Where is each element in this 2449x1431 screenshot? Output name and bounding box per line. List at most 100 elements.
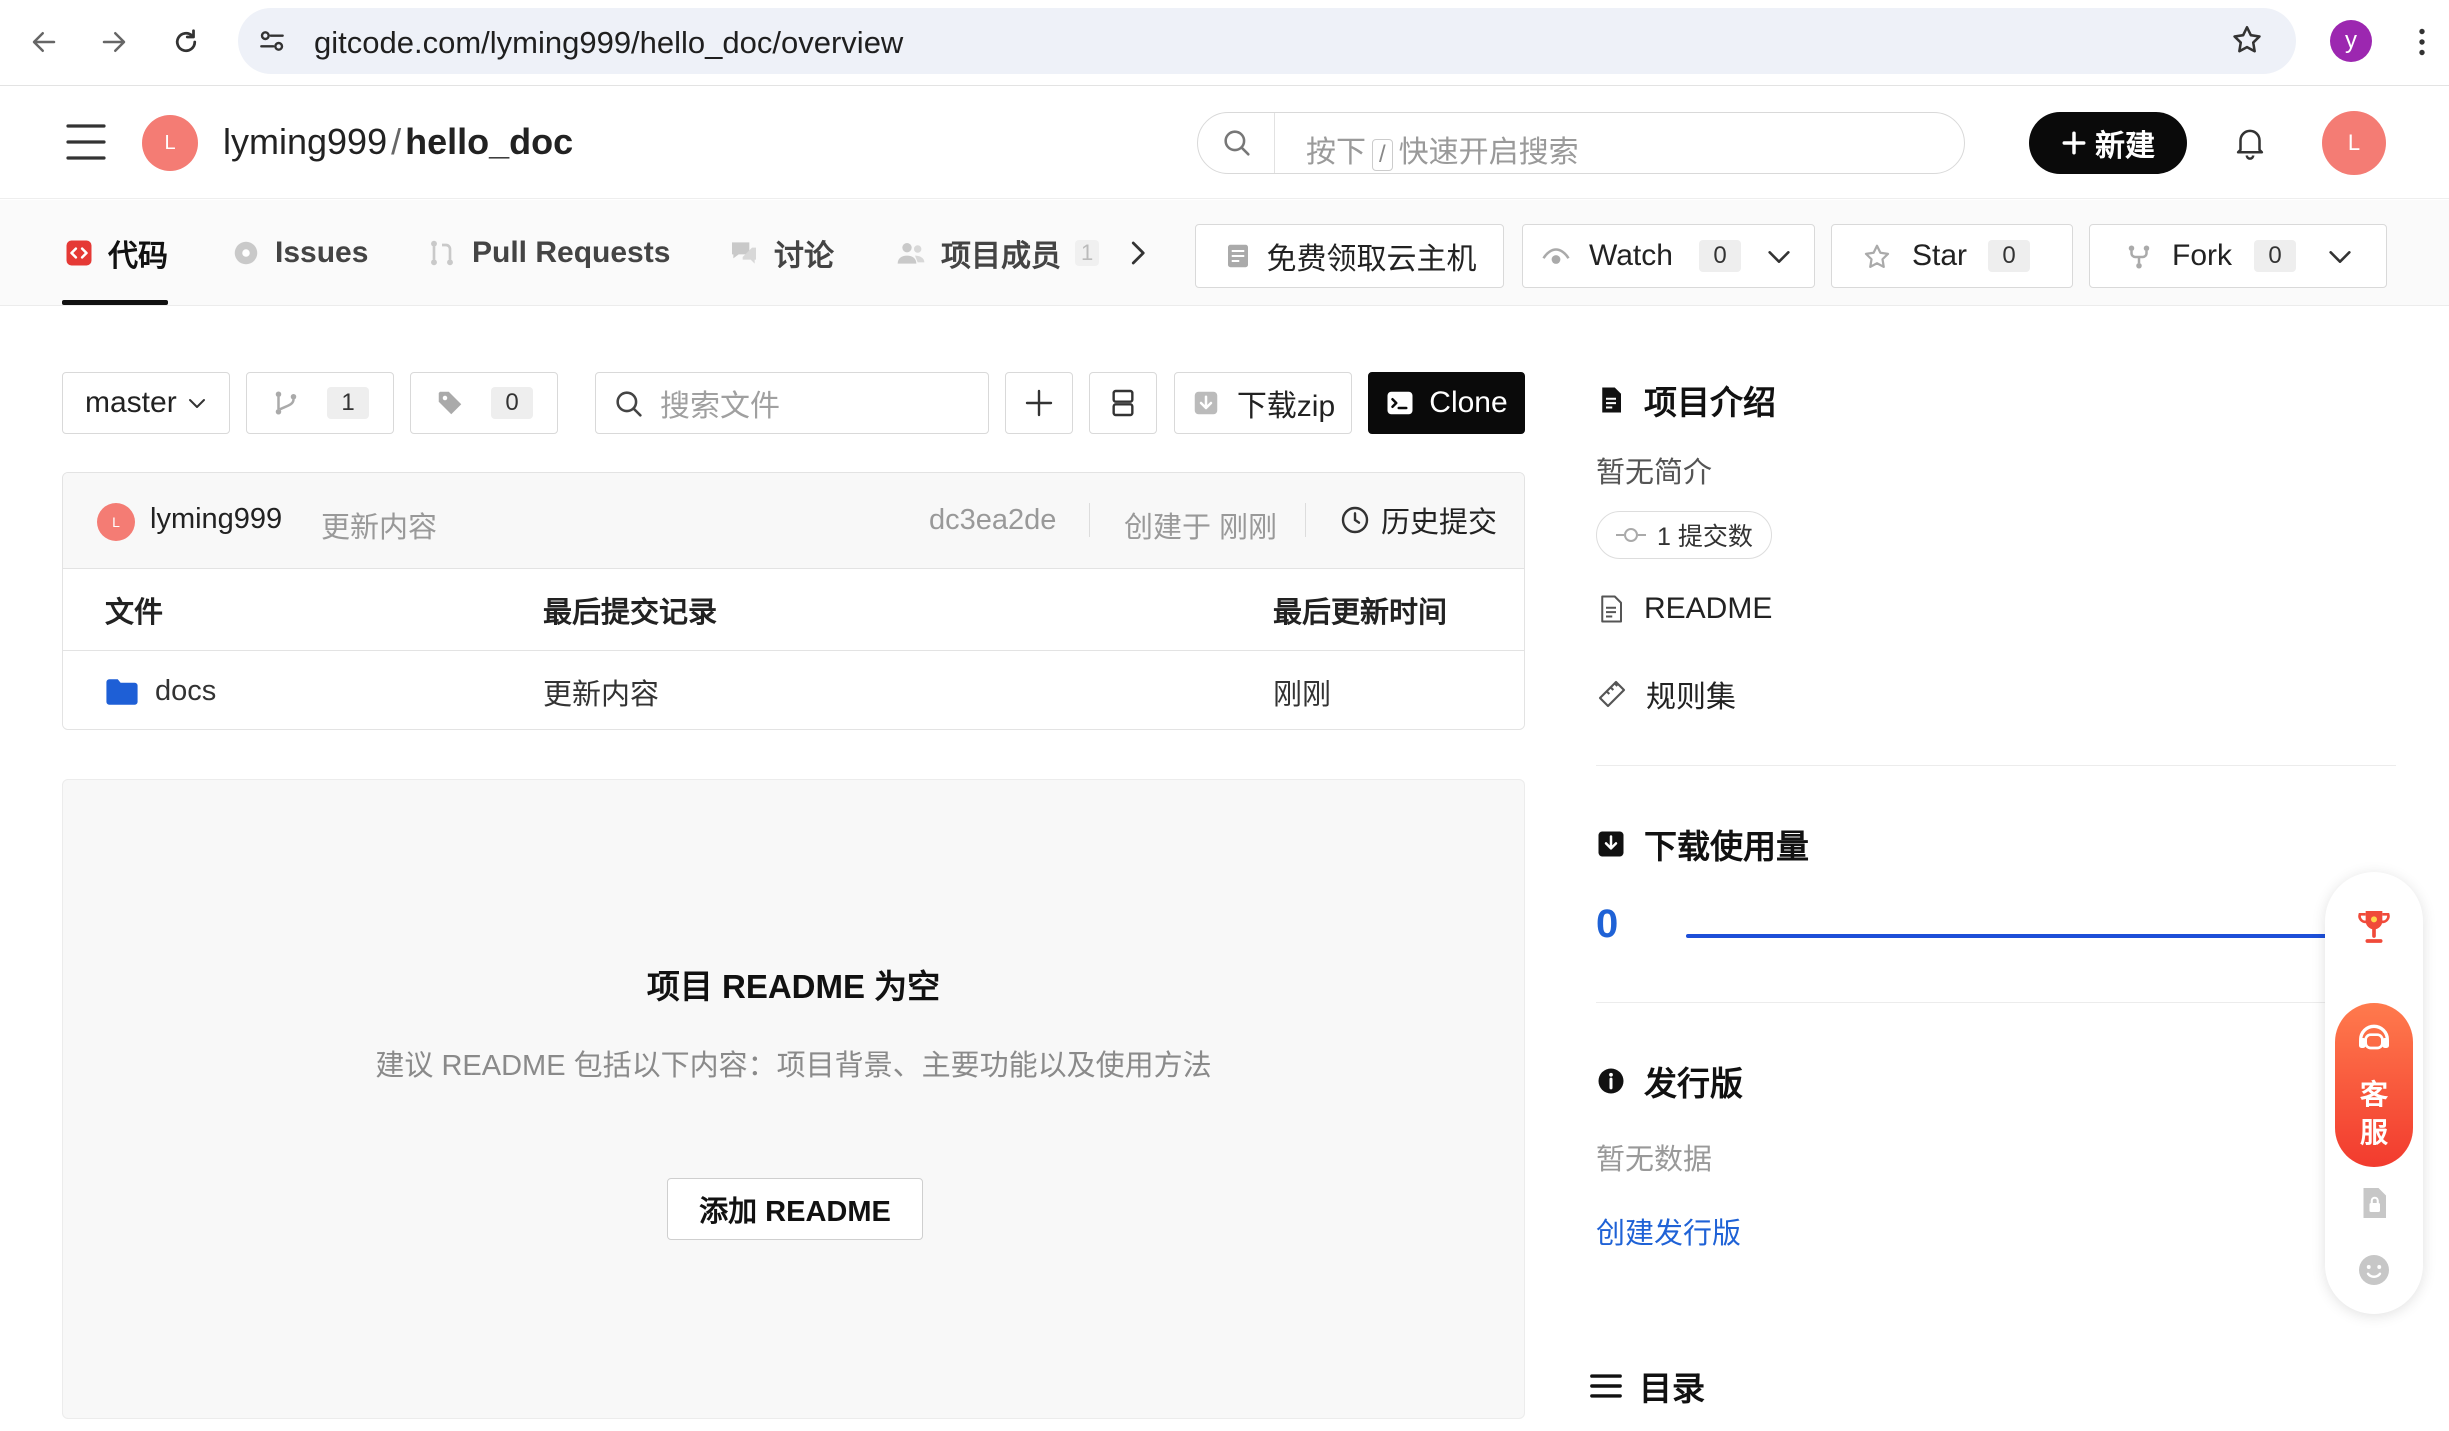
commits-count-label: 1 提交数 xyxy=(1657,523,1753,551)
file-name[interactable]: docs xyxy=(155,675,216,708)
folder-icon xyxy=(106,678,138,705)
branch-icon xyxy=(275,391,297,415)
server-icon xyxy=(1227,244,1248,268)
star-button[interactable]: Star 0 xyxy=(1831,224,2073,288)
notification-bell-icon[interactable] xyxy=(2231,121,2269,163)
owner-link[interactable]: lyming999 xyxy=(223,121,387,162)
commits-count-badge[interactable]: 1 提交数 xyxy=(1596,511,1772,559)
repo-breadcrumb: lyming999/hello_doc xyxy=(223,121,573,163)
sidebar-divider xyxy=(1596,765,2396,766)
create-release-link[interactable]: 创建发行版 xyxy=(1596,1210,1741,1252)
clock-icon xyxy=(1341,506,1369,534)
hamburger-menu-icon[interactable] xyxy=(64,122,108,162)
browser-profile-avatar[interactable]: y xyxy=(2330,20,2372,62)
add-readme-button[interactable]: 添加 README xyxy=(667,1178,923,1240)
trophy-icon[interactable] xyxy=(2354,906,2394,946)
fork-label: Fork xyxy=(2172,239,2232,272)
tabs-scroll-right-icon[interactable] xyxy=(1122,238,1152,268)
watch-dropdown-chevron-icon[interactable] xyxy=(1765,243,1793,271)
rules-link-label: 规则集 xyxy=(1646,681,1736,714)
watch-button[interactable]: Watch 0 xyxy=(1522,224,1815,288)
toc-section-title[interactable]: 目录 xyxy=(1589,1362,1705,1410)
back-arrow-icon[interactable] xyxy=(22,20,66,64)
tab-members[interactable]: 项目成员 1 xyxy=(895,200,1100,306)
service-label-line1: 客 xyxy=(2359,1079,2388,1110)
add-file-button[interactable] xyxy=(1005,372,1073,434)
releases-empty-text: 暂无数据 xyxy=(1596,1144,1713,1176)
readme-link[interactable]: README xyxy=(1596,592,1772,626)
downloads-trend-line xyxy=(1686,934,2332,938)
download-zip-label: 下载zip xyxy=(1236,390,1336,423)
history-commits-link[interactable]: 历史提交 xyxy=(1339,499,1497,541)
clone-button[interactable]: Clone xyxy=(1368,372,1525,434)
branch-select-value: master xyxy=(85,386,177,419)
commit-icon xyxy=(1616,528,1646,542)
fork-icon xyxy=(2128,245,2150,269)
lock-document-icon[interactable] xyxy=(2356,1184,2392,1222)
tab-code[interactable]: 代码 xyxy=(64,200,168,306)
file-name-cell[interactable]: docs xyxy=(105,652,216,729)
tab-members-label: 项目成员 xyxy=(941,240,1061,273)
commit-author-avatar[interactable]: L xyxy=(97,503,135,541)
search-hint-prefix: 按下 xyxy=(1306,136,1366,169)
watch-count: 0 xyxy=(1699,240,1741,272)
tag-count: 0 xyxy=(491,387,533,419)
app-header: L lyming999/hello_doc 按下 / 快速开启搜索 新建 L xyxy=(0,87,2449,199)
readme-file-icon xyxy=(1601,595,1622,623)
commit-author[interactable]: lyming999 xyxy=(150,503,282,536)
forward-arrow-icon[interactable] xyxy=(92,20,136,64)
downloads-section-title: 下载使用量 xyxy=(1596,820,1809,868)
bookmark-star-icon[interactable] xyxy=(2230,23,2264,57)
user-avatar[interactable]: L xyxy=(2322,111,2386,175)
site-settings-icon[interactable] xyxy=(256,25,288,57)
branches-button[interactable]: 1 xyxy=(246,372,394,434)
readme-empty-title: 项目 README 为空 xyxy=(646,968,941,1005)
file-updated-time: 刚刚 xyxy=(1273,678,1332,711)
commit-message[interactable]: 更新内容 xyxy=(321,504,437,546)
web-ide-button[interactable] xyxy=(1089,372,1157,434)
feedback-smile-icon[interactable] xyxy=(2356,1252,2392,1288)
discussion-icon xyxy=(732,242,756,264)
tab-pull-requests[interactable]: Pull Requests xyxy=(426,200,670,306)
owner-avatar[interactable]: L xyxy=(142,115,198,171)
file-last-commit[interactable]: 更新内容 xyxy=(543,652,659,729)
pull-request-icon xyxy=(431,240,453,266)
members-icon xyxy=(897,243,925,264)
tags-button[interactable]: 0 xyxy=(410,372,558,434)
tag-icon xyxy=(438,391,462,415)
branch-select[interactable]: master xyxy=(62,372,230,434)
repo-name-link[interactable]: hello_doc xyxy=(405,121,573,162)
rules-link[interactable]: 规则集 xyxy=(1596,672,1736,716)
customer-service-button[interactable]: 客 服 xyxy=(2335,1003,2413,1167)
table-row[interactable]: docs 更新内容 刚刚 xyxy=(63,652,1524,729)
watch-eye-icon xyxy=(1542,248,1570,264)
headset-icon xyxy=(2359,1024,2389,1050)
repo-tabbar: 代码 Issues Pull Requests 讨论 项目成员 1 免费领取云主… xyxy=(0,200,2449,306)
fork-button[interactable]: Fork 0 xyxy=(2089,224,2387,288)
free-cloud-host-button[interactable]: 免费领取云主机 xyxy=(1195,224,1504,288)
star-count: 0 xyxy=(1988,240,2030,272)
toc-title-text: 目录 xyxy=(1639,1370,1705,1407)
search-placeholder: 按下 / 快速开启搜索 xyxy=(1306,127,1579,171)
search-divider xyxy=(1274,113,1275,173)
star-label: Star xyxy=(1912,239,1968,272)
terminal-icon xyxy=(1387,391,1413,415)
new-button[interactable]: 新建 xyxy=(2029,112,2187,174)
tab-issues-label: Issues xyxy=(275,236,369,269)
browser-menu-icon[interactable] xyxy=(2404,22,2440,62)
commit-hash[interactable]: dc3ea2de xyxy=(929,504,1056,537)
address-bar[interactable]: gitcode.com/lyming999/hello_doc/overview xyxy=(238,8,2296,74)
file-search-input[interactable]: 搜索文件 xyxy=(595,372,989,434)
releases-section-title: 发行版 xyxy=(1596,1057,1743,1105)
intro-section-title: 项目介绍 xyxy=(1596,376,1776,424)
reload-icon[interactable] xyxy=(164,20,208,64)
global-search-input[interactable]: 按下 / 快速开启搜索 xyxy=(1197,112,1965,174)
download-zip-button[interactable]: 下载zip xyxy=(1174,372,1352,434)
free-cloud-host-label: 免费领取云主机 xyxy=(1266,243,1477,276)
tab-discussions[interactable]: 讨论 xyxy=(728,200,834,306)
tab-issues[interactable]: Issues xyxy=(231,200,368,306)
fork-dropdown-chevron-icon[interactable] xyxy=(2326,243,2354,271)
intro-title-text: 项目介绍 xyxy=(1644,384,1776,421)
intro-text: 暂无简介 xyxy=(1596,457,1713,489)
search-hint-suffix: 快速开启搜索 xyxy=(1398,136,1579,169)
